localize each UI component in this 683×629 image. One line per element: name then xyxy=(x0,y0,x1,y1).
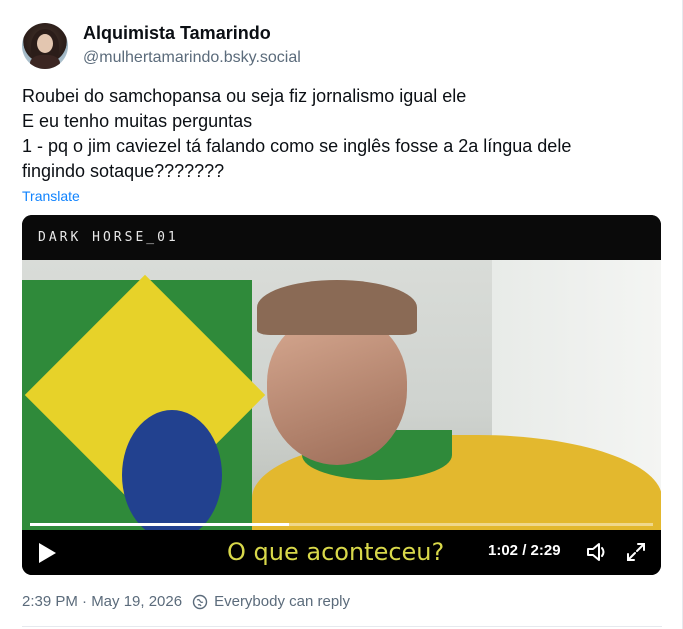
brazil-flag-image xyxy=(22,274,266,530)
video-player[interactable]: DARK HORSE_01 O que aconteceu? 1:02 / 2:… xyxy=(22,215,661,575)
video-frame[interactable] xyxy=(22,260,661,530)
post-text: Roubei do samchopansa ou seja fiz jornal… xyxy=(22,84,662,184)
globe-reply-icon xyxy=(192,594,208,609)
post-timestamp[interactable]: 2:39 PM · May 19, 2026 xyxy=(22,593,182,610)
divider xyxy=(22,626,662,627)
post-card: Alquimista Tamarindo @mulhertamarindo.bs… xyxy=(0,0,683,629)
video-time: 1:02 / 2:29 xyxy=(488,542,561,559)
video-controls: O que aconteceu? 1:02 / 2:29 xyxy=(22,530,661,575)
video-progress-bar[interactable] xyxy=(30,523,653,526)
volume-icon[interactable] xyxy=(585,541,609,563)
author-info: Alquimista Tamarindo @mulhertamarindo.bs… xyxy=(83,22,301,69)
fullscreen-icon[interactable] xyxy=(625,541,647,563)
video-title: DARK HORSE_01 xyxy=(38,230,179,245)
post-line: fingindo sotaque??????? xyxy=(22,161,225,181)
post-header: Alquimista Tamarindo @mulhertamarindo.bs… xyxy=(22,22,301,69)
post-meta: 2:39 PM · May 19, 2026 Everybody can rep… xyxy=(22,593,350,610)
post-line: 1 - pq o jim caviezel tá falando como se… xyxy=(22,136,572,156)
video-progress-fill xyxy=(30,523,290,526)
man-in-cap-image xyxy=(247,280,447,530)
author-display-name[interactable]: Alquimista Tamarindo xyxy=(83,22,301,44)
post-line: Roubei do samchopansa ou seja fiz jornal… xyxy=(22,86,467,106)
video-subtitle: O que aconteceu? xyxy=(227,538,445,566)
translate-link[interactable]: Translate xyxy=(22,188,80,204)
video-title-bar: DARK HORSE_01 xyxy=(22,215,661,260)
play-icon[interactable] xyxy=(39,543,56,563)
author-handle[interactable]: @mulhertamarindo.bsky.social xyxy=(83,47,301,69)
reply-setting: Everybody can reply xyxy=(214,593,350,610)
post-line: E eu tenho muitas perguntas xyxy=(22,111,253,131)
avatar[interactable] xyxy=(22,22,68,69)
